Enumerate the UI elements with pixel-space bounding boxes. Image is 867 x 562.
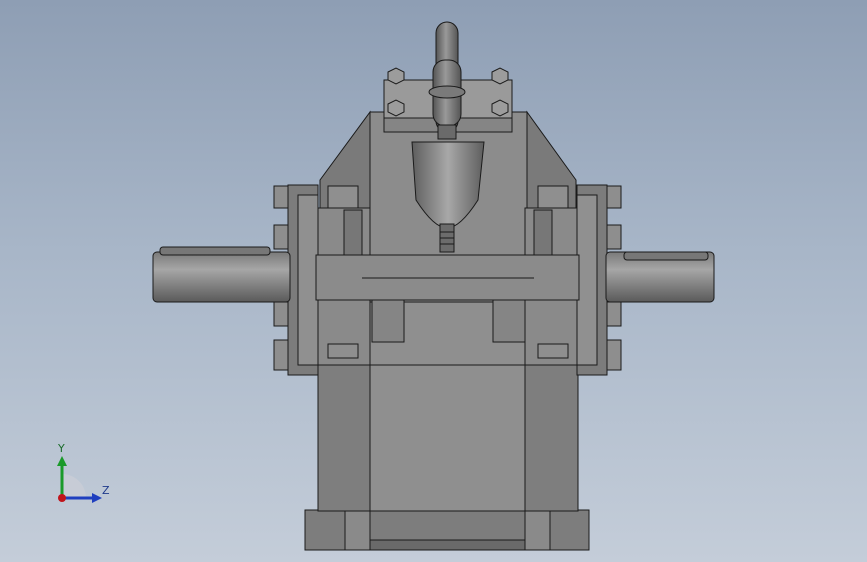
triad-y-label: Y xyxy=(58,442,65,455)
triad-z-label: Z xyxy=(102,484,110,497)
input-shaft-left xyxy=(152,246,291,303)
base-feet xyxy=(304,509,590,551)
gearbox-model[interactable] xyxy=(0,0,867,562)
view-orientation-triad: Y Z xyxy=(48,438,118,510)
graphics-viewport[interactable]: Y Z xyxy=(0,0,867,562)
output-shaft-right xyxy=(605,251,715,303)
